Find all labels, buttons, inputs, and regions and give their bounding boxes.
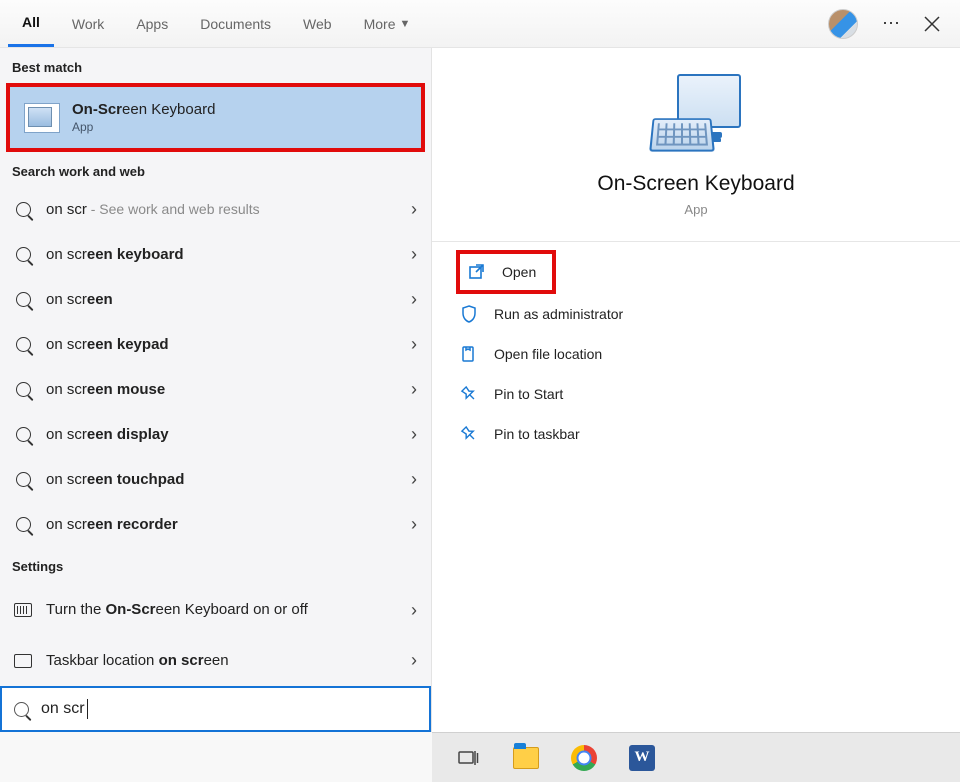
suggestion-row[interactable]: on screen recorder › (0, 502, 431, 547)
tab-apps[interactable]: Apps (122, 0, 182, 47)
chevron-down-icon: ▼ (400, 18, 411, 30)
action-open[interactable]: Open (460, 254, 552, 290)
chevron-right-icon: › (411, 469, 417, 490)
details-hero: On-Screen Keyboard App (432, 48, 960, 242)
results-panel: Best match On-Screen Keyboard App Search… (0, 48, 432, 732)
shield-icon (460, 305, 478, 323)
file-explorer-icon (513, 747, 539, 769)
tab-web[interactable]: Web (289, 0, 346, 47)
best-match-heading: Best match (0, 48, 431, 83)
task-view-icon (457, 747, 479, 769)
search-icon (14, 201, 32, 219)
suggestion-row[interactable]: on screen touchpad › (0, 457, 431, 502)
settings-row[interactable]: Taskbar location on screen › (0, 638, 431, 683)
chevron-right-icon: › (411, 600, 417, 621)
file-explorer-button[interactable] (508, 740, 544, 776)
chevron-right-icon: › (411, 244, 417, 265)
chevron-right-icon: › (411, 334, 417, 355)
task-view-button[interactable] (450, 740, 486, 776)
chrome-icon (571, 745, 597, 771)
open-icon (468, 263, 486, 281)
suggestion-label: on screen mouse (46, 381, 397, 398)
best-match-subtitle: App (72, 120, 215, 134)
keyboard-icon (14, 601, 32, 619)
search-icon (14, 381, 32, 399)
best-match-result[interactable]: On-Screen Keyboard App (6, 83, 425, 152)
suggestion-label: on screen keypad (46, 336, 397, 353)
action-open-label: Open (502, 264, 536, 280)
search-input[interactable]: on scr (0, 686, 431, 732)
settings-heading: Settings (0, 547, 431, 582)
suggestion-label: on screen display (46, 426, 397, 443)
action-pin-taskbar[interactable]: Pin to taskbar (432, 414, 960, 454)
chevron-right-icon: › (411, 424, 417, 445)
suggestion-row[interactable]: on screen display › (0, 412, 431, 457)
best-match-title: On-Screen Keyboard (72, 101, 215, 118)
on-screen-keyboard-icon (651, 74, 741, 156)
folder-icon (460, 345, 478, 363)
search-icon (14, 471, 32, 489)
chevron-right-icon: › (411, 199, 417, 220)
search-icon (14, 516, 32, 534)
details-title: On-Screen Keyboard (597, 172, 794, 196)
suggestion-label: on screen touchpad (46, 471, 397, 488)
suggestion-label: on scr - See work and web results (46, 201, 397, 218)
pin-icon (460, 425, 478, 443)
search-web-heading: Search work and web (0, 152, 431, 187)
action-pin-start[interactable]: Pin to Start (432, 374, 960, 414)
suggestion-label: on screen recorder (46, 516, 397, 533)
search-icon (14, 336, 32, 354)
tab-more-label: More (364, 16, 396, 32)
user-avatar[interactable] (828, 9, 858, 39)
actions-list: Open Run as administrator Open file loca… (432, 242, 960, 462)
pin-icon (460, 385, 478, 403)
search-icon (14, 426, 32, 444)
tab-more[interactable]: More ▼ (350, 0, 425, 47)
taskbar: W (0, 732, 960, 782)
word-button[interactable]: W (624, 740, 660, 776)
settings-row[interactable]: Turn the On-Screen Keyboard on or off › (0, 582, 431, 638)
word-icon: W (629, 745, 655, 771)
search-input-value: on scr (41, 700, 85, 718)
chevron-right-icon: › (411, 289, 417, 310)
action-pin-taskbar-label: Pin to taskbar (494, 426, 580, 442)
action-pin-start-label: Pin to Start (494, 386, 563, 402)
tab-all[interactable]: All (8, 0, 54, 47)
chevron-right-icon: › (411, 650, 417, 671)
suggestion-row[interactable]: on scr - See work and web results › (0, 187, 431, 232)
settings-label: Taskbar location on screen (46, 652, 397, 669)
close-button[interactable] (912, 4, 952, 44)
suggestion-row[interactable]: on screen keyboard › (0, 232, 431, 277)
chevron-right-icon: › (411, 514, 417, 535)
suggestion-row[interactable]: on screen › (0, 277, 431, 322)
chrome-button[interactable] (566, 740, 602, 776)
action-run-admin[interactable]: Run as administrator (432, 294, 960, 334)
chevron-right-icon: › (411, 379, 417, 400)
action-run-admin-label: Run as administrator (494, 306, 623, 322)
details-panel: On-Screen Keyboard App Open Run as admin… (432, 48, 960, 732)
display-icon (14, 652, 32, 670)
suggestion-row[interactable]: on screen keypad › (0, 322, 431, 367)
action-open-location-label: Open file location (494, 346, 602, 362)
tab-work[interactable]: Work (58, 0, 118, 47)
search-icon (14, 291, 32, 309)
settings-label: Turn the On-Screen Keyboard on or off (46, 601, 397, 620)
tab-bar: All Work Apps Documents Web More ▼ ⋯ (0, 0, 960, 48)
on-screen-keyboard-icon (24, 103, 60, 133)
search-icon (14, 702, 29, 717)
suggestion-label: on screen (46, 291, 397, 308)
tab-documents[interactable]: Documents (186, 0, 285, 47)
action-open-location[interactable]: Open file location (432, 334, 960, 374)
more-options-button[interactable]: ⋯ (874, 13, 908, 34)
suggestion-row[interactable]: on screen mouse › (0, 367, 431, 412)
search-icon (14, 246, 32, 264)
text-caret (87, 699, 88, 719)
suggestion-label: on screen keyboard (46, 246, 397, 263)
details-subtitle: App (684, 202, 707, 217)
close-icon (924, 16, 940, 32)
